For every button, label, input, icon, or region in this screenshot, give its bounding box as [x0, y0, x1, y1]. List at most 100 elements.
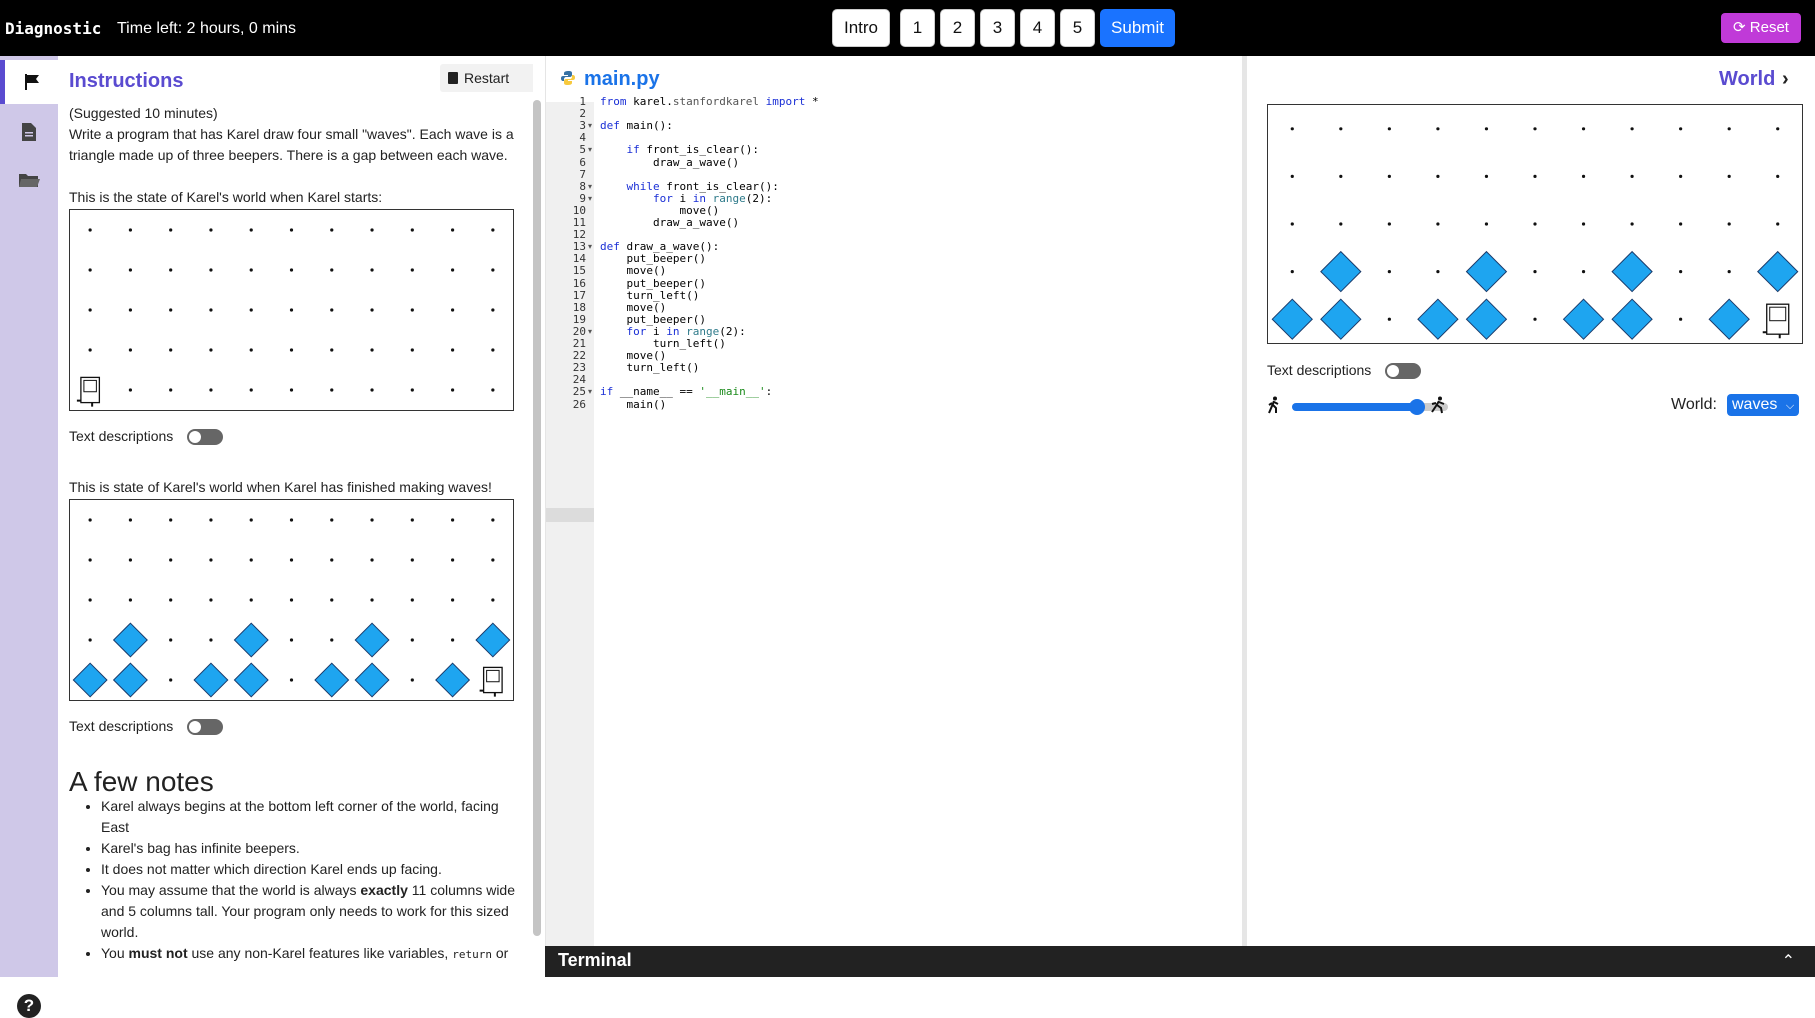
- corner-dot: [1679, 174, 1683, 178]
- instructions-title: Instructions: [69, 70, 184, 92]
- finished-world-grid: [72, 518, 511, 698]
- corner-dot: [410, 638, 414, 642]
- nav-4-button[interactable]: 4: [1020, 9, 1055, 47]
- corner-dot: [209, 268, 213, 272]
- corner-dot: [249, 228, 253, 232]
- rail-files-tab[interactable]: [0, 110, 58, 154]
- corner-dot: [88, 348, 92, 352]
- fold-arrow-icon[interactable]: ▾: [588, 145, 592, 154]
- corner-dot: [450, 518, 455, 522]
- corner-dot: [169, 348, 173, 352]
- corner-dot: [450, 388, 455, 392]
- side-rail: ?: [0, 56, 58, 1018]
- text-descriptions-toggle[interactable]: [1385, 363, 1422, 380]
- note-text: return: [452, 948, 492, 961]
- fold-arrow-icon[interactable]: ▾: [588, 387, 592, 396]
- world-select[interactable]: waves ⌵: [1727, 394, 1799, 416]
- corner-dot: [1484, 222, 1489, 226]
- corner-dot: [330, 598, 334, 602]
- corner-dot: [128, 388, 133, 392]
- beeper: [314, 662, 350, 698]
- corner-dot: [330, 348, 334, 352]
- code-editor[interactable]: main.py 1 from karel.stanfordkarel import…: [545, 56, 1242, 946]
- note-item: Karel always begins at the bottom left c…: [101, 796, 518, 838]
- beeper: [233, 662, 269, 698]
- finished-text-descriptions: Text descriptions: [69, 718, 224, 736]
- refresh-icon: ⟳: [1733, 19, 1746, 36]
- corner-dot: [1533, 222, 1537, 226]
- corner-dot: [169, 228, 173, 232]
- corner-dot: [1436, 127, 1440, 131]
- terminal-title: Terminal: [558, 950, 632, 970]
- help-icon[interactable]: ?: [17, 994, 41, 1018]
- text-descriptions-label: Text descriptions: [69, 718, 174, 734]
- corner-dot: [1436, 222, 1440, 226]
- nav-3-button[interactable]: 3: [980, 9, 1015, 47]
- restart-label: Restart: [464, 70, 510, 86]
- nav-5-button[interactable]: 5: [1060, 9, 1095, 47]
- corner-dot: [128, 308, 133, 312]
- corner-dot: [330, 558, 334, 562]
- corner-dot: [330, 638, 334, 642]
- beeper: [112, 622, 148, 658]
- corner-dot: [169, 268, 173, 272]
- corner-dot: [209, 308, 213, 312]
- corner-dot: [128, 558, 133, 562]
- corner-dot: [330, 268, 334, 272]
- fold-arrow-icon[interactable]: ▾: [588, 182, 592, 191]
- terminal-bar[interactable]: Terminal ⌃: [545, 946, 1815, 977]
- world-select-label: World:: [1671, 396, 1717, 413]
- corner-dot: [410, 268, 414, 272]
- speed-slider-thumb[interactable]: [1409, 399, 1425, 415]
- beeper: [112, 662, 148, 698]
- fold-arrow-icon[interactable]: ▾: [588, 242, 592, 251]
- corner-dot: [410, 558, 414, 562]
- instructions-scrollbar[interactable]: [533, 100, 541, 936]
- fold-arrow-icon[interactable]: ▾: [588, 121, 592, 130]
- corner-dot: [410, 348, 414, 352]
- corner-dot: [88, 518, 92, 522]
- nav-intro-button[interactable]: Intro: [832, 9, 890, 47]
- reset-button[interactable]: ⟳ Reset: [1721, 13, 1801, 43]
- nav-2-button[interactable]: 2: [940, 9, 975, 47]
- corner-dot: [209, 348, 213, 352]
- corner-dot: [1387, 270, 1391, 274]
- corner-dot: [491, 348, 495, 352]
- corner-dot: [450, 348, 455, 352]
- corner-dot: [1339, 222, 1343, 226]
- corner-dot: [1339, 174, 1343, 178]
- chevron-right-icon[interactable]: ›: [1782, 68, 1789, 91]
- flag-icon: [24, 74, 39, 90]
- fold-arrow-icon[interactable]: ▾: [588, 194, 592, 203]
- beeper: [1465, 298, 1508, 340]
- top-bar: Diagnostic Time left: 2 hours, 0 mins In…: [0, 0, 1815, 56]
- text-descriptions-toggle[interactable]: [187, 429, 224, 446]
- restart-button[interactable]: Restart: [440, 64, 533, 92]
- corner-dot: [491, 268, 495, 272]
- beeper: [1271, 298, 1313, 340]
- world-title: World: [1719, 68, 1776, 90]
- world-select-value: waves: [1732, 396, 1778, 413]
- submit-button[interactable]: Submit: [1100, 9, 1175, 47]
- rail-instructions-tab[interactable]: [0, 60, 58, 104]
- nav-1-button[interactable]: 1: [900, 9, 935, 47]
- corner-dot: [209, 388, 213, 392]
- fold-arrow-icon[interactable]: ▾: [588, 327, 592, 336]
- corner-dot: [410, 518, 414, 522]
- corner-dot: [249, 348, 253, 352]
- corner-dot: [249, 518, 253, 522]
- task-description: Write a program that has Karel draw four…: [69, 126, 514, 163]
- code-line: def main():: [600, 119, 673, 133]
- corner-dot: [128, 598, 133, 602]
- code-line: draw_a_wave(): [600, 155, 740, 169]
- note-text: You: [101, 945, 129, 961]
- rail-folder-tab[interactable]: [0, 158, 58, 202]
- note-text: must not: [128, 945, 188, 961]
- speed-slider-fill: [1292, 403, 1416, 411]
- note-text: You may assume that the world is always: [101, 882, 361, 898]
- chevron-up-icon[interactable]: ⌃: [1782, 951, 1795, 971]
- beeper: [1320, 250, 1362, 293]
- note-text: exactly: [360, 882, 408, 898]
- text-descriptions-toggle[interactable]: [187, 719, 224, 736]
- instructions-panel: Instructions Restart (Suggested 10 minut…: [58, 56, 533, 977]
